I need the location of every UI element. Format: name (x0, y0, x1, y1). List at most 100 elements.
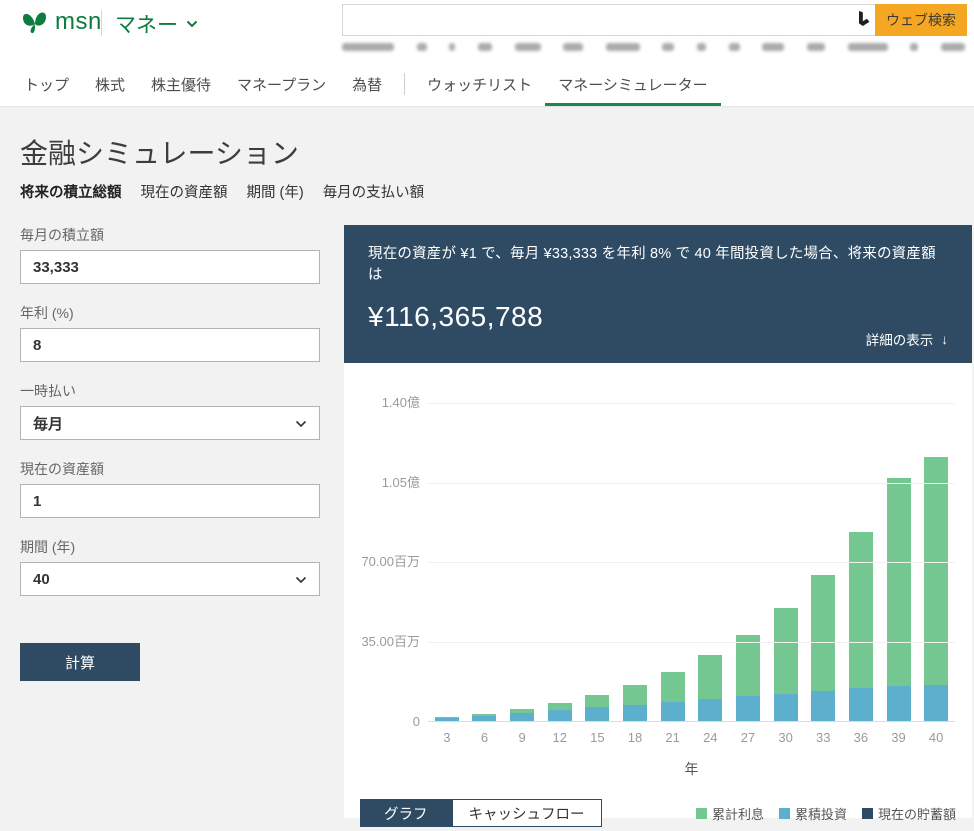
y-axis-tick-label: 70.00百万 (361, 551, 420, 570)
chart-legend: 累計利息累積投資 現在の貯蓄額 (696, 804, 956, 823)
chevron-down-icon (186, 20, 198, 28)
calculate-button[interactable]: 計算 (20, 643, 140, 681)
bing-icon (856, 4, 875, 36)
search-input[interactable] (342, 4, 856, 36)
nav-item-top[interactable]: トップ (11, 62, 82, 106)
gridline (428, 562, 955, 563)
legend-item: 現在の貯蓄額 (862, 804, 956, 823)
subtab-monthly-payment[interactable]: 毎月の支払い額 (323, 181, 425, 202)
current-assets-input[interactable] (20, 484, 320, 518)
bar-year-36[interactable] (849, 532, 873, 721)
brand-divider (101, 10, 102, 36)
payment-frequency-value: 毎月 (33, 413, 63, 434)
current-assets-label: 現在の資産額 (20, 459, 344, 479)
nav-item-forex[interactable]: 為替 (339, 62, 395, 106)
investment-segment (774, 694, 798, 721)
x-axis-tick-label: 39 (887, 730, 911, 745)
interest-segment (585, 695, 609, 707)
y-axis-tick-label: 0 (413, 714, 420, 729)
monthly-contribution-label: 毎月の積立額 (20, 225, 344, 245)
bar-year-9[interactable] (510, 709, 534, 721)
x-axis-tick-label: 30 (774, 730, 798, 745)
y-axis-tick-label: 1.05億 (382, 472, 420, 491)
annual-rate-label: 年利 (%) (20, 303, 344, 323)
msn-logo[interactable]: msn (20, 8, 102, 36)
msn-butterfly-icon (20, 8, 50, 36)
bar-year-39[interactable] (887, 478, 911, 721)
bar-year-6[interactable] (472, 714, 496, 721)
bars-container (428, 457, 955, 721)
nav-item-money-plan[interactable]: マネープラン (224, 62, 339, 106)
annual-rate-input[interactable] (20, 328, 320, 362)
gridline (428, 721, 955, 722)
gridline (428, 642, 955, 643)
payment-frequency-select[interactable]: 毎月 (20, 406, 320, 440)
investment-segment (548, 710, 572, 721)
interest-segment (661, 672, 685, 702)
x-axis-tick-label: 18 (623, 730, 647, 745)
tab-cashflow[interactable]: キャッシュフロー (452, 799, 602, 827)
stacked-bar-chart: 1.40億1.05億70.00百万35.00百万0 (344, 363, 972, 722)
bar-year-30[interactable] (774, 608, 798, 721)
subtab-future-savings[interactable]: 将来の積立総額 (20, 181, 122, 202)
web-search-button[interactable]: ウェブ検索 (875, 4, 967, 36)
bar-year-18[interactable] (623, 685, 647, 721)
legend-item: 累計利息 (696, 804, 764, 823)
x-axis-tick-label: 3 (435, 730, 459, 745)
x-axis-labels: 3691215182124273033363940 (428, 730, 955, 745)
legend-item: 累積投資 (779, 804, 847, 823)
bar-year-24[interactable] (698, 655, 722, 721)
simulation-subtabs: 将来の積立総額 現在の資産額 期間 (年) 毎月の支払い額 (20, 181, 974, 201)
investment-segment (736, 696, 760, 721)
x-axis-tick-label: 33 (811, 730, 835, 745)
tab-graph[interactable]: グラフ (360, 799, 452, 827)
period-years-value: 40 (33, 571, 50, 588)
subtab-current-assets[interactable]: 現在の資産額 (141, 181, 228, 202)
top-header: msn マネー ウェブ検索 (0, 0, 974, 62)
interest-segment (924, 457, 948, 685)
investment-segment (661, 702, 685, 721)
legend-label: 累計利息 (712, 804, 764, 823)
x-axis-tick-label: 27 (736, 730, 760, 745)
money-vertical-menu[interactable]: マネー (115, 9, 198, 39)
page-title: 金融シミュレーション (20, 137, 974, 171)
bar-year-27[interactable] (736, 635, 760, 721)
bar-year-33[interactable] (811, 575, 835, 721)
chevron-down-icon (295, 576, 307, 584)
investment-segment (887, 686, 911, 721)
arrow-down-icon: ↓ (941, 332, 948, 347)
chevron-down-icon (295, 420, 307, 428)
x-axis-tick-label: 15 (585, 730, 609, 745)
investment-segment (811, 691, 835, 721)
bar-year-21[interactable] (661, 672, 685, 721)
subtab-period[interactable]: 期間 (年) (247, 181, 304, 202)
nav-item-shareholder-benefits[interactable]: 株主優待 (138, 62, 224, 106)
legend-label: 現在の貯蓄額 (878, 804, 956, 823)
msn-logo-text: msn (55, 8, 102, 36)
period-years-select[interactable]: 40 (20, 562, 320, 596)
main-content: 金融シミュレーション 将来の積立総額 現在の資産額 期間 (年) 毎月の支払い額… (0, 107, 974, 818)
search-bar: ウェブ検索 (342, 4, 967, 36)
investment-segment (510, 713, 534, 721)
investment-segment (849, 688, 873, 721)
nav-item-watchlist[interactable]: ウォッチリスト (414, 62, 545, 106)
bar-year-12[interactable] (548, 703, 572, 721)
bar-year-40[interactable] (924, 457, 948, 721)
nav-item-money-simulator[interactable]: マネーシミュレーター (545, 62, 720, 106)
x-axis-tick-label: 24 (698, 730, 722, 745)
chart-card: 1.40億1.05億70.00百万35.00百万0 36912151821242… (344, 363, 972, 818)
nav-item-stocks[interactable]: 株式 (82, 62, 138, 106)
interest-segment (736, 635, 760, 697)
chart-plot-area (428, 404, 955, 722)
gridline (428, 403, 955, 404)
period-years-label: 期間 (年) (20, 537, 344, 557)
results-panel: 現在の資産が ¥1 で、毎月 ¥33,333 を年利 8% で 40 年間投資し… (344, 225, 972, 818)
legend-swatch-icon (862, 808, 873, 819)
summary-panel: 現在の資産が ¥1 で、毎月 ¥33,333 を年利 8% で 40 年間投資し… (344, 225, 972, 363)
interest-segment (887, 478, 911, 686)
chart-view-tabs: グラフ キャッシュフロー (360, 799, 602, 827)
bar-year-15[interactable] (585, 695, 609, 721)
show-details-link[interactable]: 詳細の表示 ↓ (866, 329, 948, 349)
interest-segment (849, 532, 873, 688)
monthly-contribution-input[interactable] (20, 250, 320, 284)
